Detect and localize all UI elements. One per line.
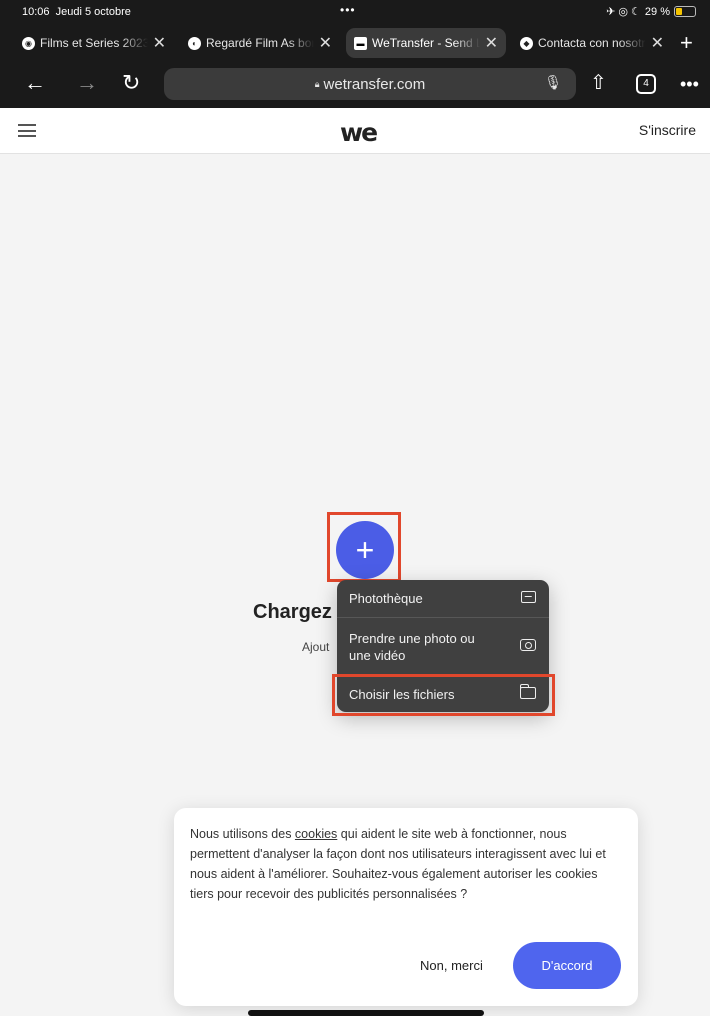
menu-item-label: Photothèque	[349, 591, 423, 606]
tab-bar: ◉ Films et Series 2023 Gratuit ✕ ◐ Regar…	[0, 24, 710, 62]
close-icon[interactable]: ✕	[485, 33, 498, 53]
decline-button[interactable]: Non, merci	[420, 958, 483, 973]
tab-title: Films et Series 2023 Gratuit	[40, 36, 148, 50]
tab-title: Contacta con nosotros	[538, 36, 646, 50]
more-icon[interactable]: •••	[680, 71, 699, 97]
address-bar[interactable]: 🔒︎ wetransfer.com 🎙︎	[164, 68, 576, 100]
url-text: wetransfer.com	[323, 75, 426, 93]
close-icon[interactable]: ✕	[651, 33, 664, 53]
status-time-date: 10:06 Jeudi 5 octobre	[22, 6, 131, 18]
tab-wetransfer[interactable]: ▬ WeTransfer - Send Large Files ✕	[346, 28, 506, 58]
status-bar: 10:06 Jeudi 5 octobre ••• ✈ ◎ ☾ 29 %	[0, 0, 710, 24]
multitask-dots[interactable]: •••	[340, 3, 356, 17]
menu-item-photo-library[interactable]: Photothèque	[337, 580, 549, 618]
cookies-link[interactable]: cookies	[295, 827, 337, 841]
lock-icon: 🔒︎	[314, 78, 320, 89]
close-icon[interactable]: ✕	[319, 33, 332, 53]
highlight-add-button	[327, 512, 401, 582]
tab-count-icon[interactable]: 4	[636, 74, 656, 94]
hamburger-menu-icon[interactable]	[18, 124, 36, 137]
mic-icon[interactable]: 🎙︎	[544, 74, 562, 91]
tab-contacta[interactable]: ◆ Contacta con nosotros ✕	[512, 28, 672, 58]
tab-regarde-film[interactable]: ◐ Regardé Film As bon ✕	[180, 28, 340, 58]
wetransfer-icon: ▬	[354, 36, 367, 50]
site-header: we S'inscrire	[0, 108, 710, 154]
browser-toolbar: ← → ↻ 🔒︎ wetransfer.com 🎙︎ ⇧ 4 •••	[0, 62, 710, 108]
signup-link[interactable]: S'inscrire	[639, 122, 696, 138]
tab-title: Regardé Film As bon	[206, 36, 314, 50]
status-icons: ✈ ◎ ☾	[606, 6, 641, 18]
page-icon: ◆	[520, 36, 533, 50]
camera-icon	[520, 639, 536, 651]
upload-title: Chargez	[253, 601, 332, 623]
new-tab-icon[interactable]: +	[680, 30, 693, 56]
menu-item-label: Prendre une photo ou une vidéo	[349, 630, 475, 663]
forward-icon[interactable]: →	[76, 70, 98, 96]
tab-title: WeTransfer - Send Large Files	[372, 36, 480, 50]
battery-icon	[674, 6, 696, 17]
battery-percent: 29 %	[644, 5, 670, 18]
status-indicators: ✈ ◎ ☾ 29 %	[606, 5, 696, 18]
wetransfer-logo[interactable]: we	[340, 118, 378, 147]
tab-films-series[interactable]: ◉ Films et Series 2023 Gratuit ✕	[14, 28, 174, 58]
accept-button[interactable]: D'accord	[513, 942, 621, 989]
share-icon[interactable]: ⇧	[590, 70, 607, 96]
close-icon[interactable]: ✕	[153, 33, 166, 53]
cookie-banner: Nous utilisons des cookies qui aident le…	[174, 808, 638, 1006]
back-icon[interactable]: ←	[24, 70, 46, 96]
reload-icon[interactable]: ↻	[122, 70, 140, 96]
cookie-text: Nous utilisons des cookies qui aident le…	[190, 827, 606, 901]
highlight-choose-files	[332, 674, 555, 716]
photo-library-icon	[520, 591, 536, 603]
menu-item-take-photo[interactable]: Prendre une photo ou une vidéo	[337, 618, 549, 676]
home-indicator	[248, 1010, 484, 1016]
film-icon: ◉	[22, 36, 35, 50]
upload-subtitle: Ajout	[302, 640, 330, 654]
globe-icon: ◐	[188, 36, 201, 50]
